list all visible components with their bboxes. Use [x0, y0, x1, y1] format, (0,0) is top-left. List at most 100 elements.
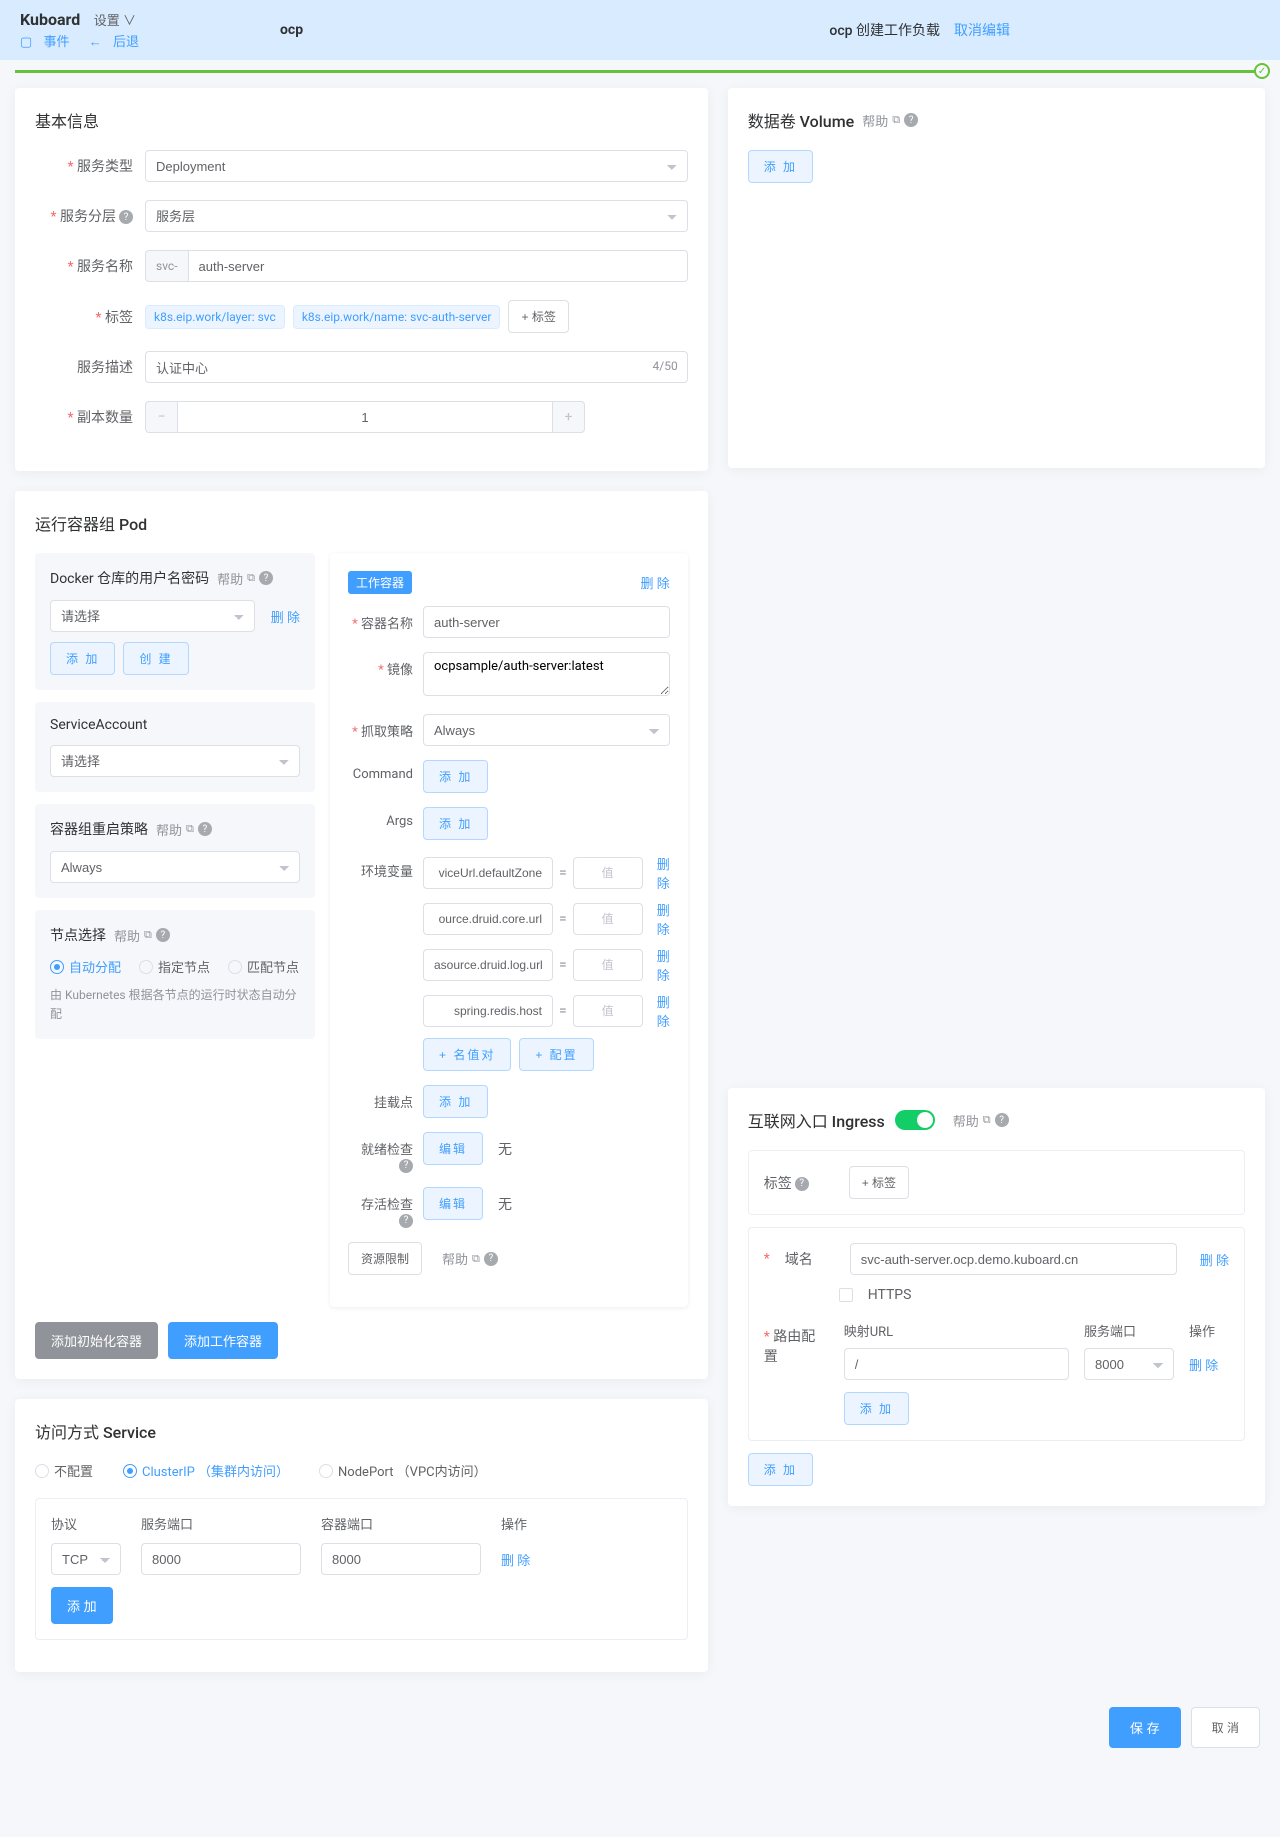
add-kv-button[interactable]: + 名值对: [423, 1038, 511, 1071]
replicas-input[interactable]: [177, 401, 553, 433]
add-command-button[interactable]: 添 加: [423, 760, 488, 793]
cancel-edit-link[interactable]: 取消编辑: [954, 20, 1010, 40]
resource-limit-button[interactable]: 资源限制: [348, 1242, 422, 1275]
ingress-title: 互联网入口 Ingress: [748, 1108, 885, 1132]
docker-secret-select[interactable]: 请选择: [50, 600, 255, 632]
help-icon[interactable]: ?: [399, 1214, 413, 1228]
help-icon[interactable]: ?: [484, 1252, 498, 1266]
help-icon[interactable]: ?: [119, 210, 133, 224]
add-tag-button[interactable]: + 标签: [849, 1166, 909, 1199]
service-radio-none[interactable]: 不配置: [35, 1461, 93, 1480]
add-mount-button[interactable]: 添 加: [423, 1085, 488, 1118]
create-button[interactable]: 创 建: [123, 642, 188, 675]
service-port-input[interactable]: [141, 1543, 301, 1575]
add-args-button[interactable]: 添 加: [423, 807, 488, 840]
events-link[interactable]: ▢ 事件: [20, 35, 78, 50]
delete-env-link[interactable]: 删 除: [657, 900, 670, 938]
namespace-title: ocp: [280, 22, 303, 38]
node-radio-match[interactable]: 匹配节点: [228, 957, 299, 976]
env-value-input[interactable]: [573, 857, 643, 889]
add-route-button[interactable]: 添 加: [844, 1392, 909, 1425]
delete-link[interactable]: 删 除: [271, 607, 300, 626]
protocol-select[interactable]: TCP: [51, 1543, 121, 1575]
label-mount: 挂载点: [348, 1085, 423, 1111]
volume-title: 数据卷 Volume: [748, 108, 855, 132]
env-key-input[interactable]: [423, 949, 553, 981]
help-icon[interactable]: ?: [156, 928, 170, 942]
help-icon[interactable]: ?: [995, 1113, 1009, 1127]
add-work-container-button[interactable]: 添加工作容器: [168, 1322, 278, 1359]
help-link[interactable]: 帮助: [953, 1111, 979, 1130]
domain-input[interactable]: [850, 1243, 1177, 1275]
delete-env-link[interactable]: 删 除: [657, 946, 670, 984]
env-key-input[interactable]: [423, 903, 553, 935]
docker-title: Docker 仓库的用户名密码: [50, 568, 209, 588]
help-link[interactable]: 帮助: [156, 820, 182, 839]
env-key-input[interactable]: [423, 995, 553, 1027]
add-ingress-button[interactable]: 添 加: [748, 1453, 813, 1486]
https-checkbox[interactable]: [839, 1288, 853, 1302]
add-config-button[interactable]: + 配置: [519, 1038, 593, 1071]
help-link[interactable]: 帮助: [442, 1249, 468, 1268]
add-volume-button[interactable]: 添 加: [748, 150, 813, 183]
add-tag-button[interactable]: + 标签: [508, 300, 568, 333]
help-icon[interactable]: ?: [399, 1159, 413, 1173]
ingress-toggle[interactable]: [895, 1110, 935, 1130]
label-env: 环境变量: [348, 854, 423, 880]
help-link[interactable]: 帮助: [114, 926, 140, 945]
help-icon[interactable]: ?: [795, 1177, 809, 1191]
delete-port-link[interactable]: 删 除: [501, 1554, 530, 1569]
help-link[interactable]: 帮助: [862, 111, 888, 130]
env-row: = 删 除: [423, 946, 670, 984]
col-op: 操作: [501, 1514, 672, 1533]
pull-policy-select[interactable]: Always: [423, 714, 670, 746]
route-url-input[interactable]: [844, 1348, 1069, 1380]
tag-item[interactable]: k8s.eip.work/name: svc-auth-server: [293, 305, 501, 329]
restart-select[interactable]: Always: [50, 851, 300, 883]
decrease-button[interactable]: −: [145, 401, 177, 433]
help-icon[interactable]: ?: [904, 113, 918, 127]
save-button[interactable]: 保 存: [1109, 1707, 1181, 1748]
help-icon[interactable]: ?: [198, 822, 212, 836]
progress-bar: ✓: [15, 70, 1265, 73]
container-name-input[interactable]: [423, 606, 670, 638]
delete-domain-link[interactable]: 删 除: [1200, 1250, 1229, 1269]
cancel-button[interactable]: 取 消: [1191, 1707, 1260, 1748]
label-desc: 服务描述: [35, 357, 145, 377]
delete-env-link[interactable]: 删 除: [657, 854, 670, 892]
env-value-input[interactable]: [573, 903, 643, 935]
env-value-input[interactable]: [573, 949, 643, 981]
service-name-input[interactable]: [188, 250, 688, 282]
edit-readiness-button[interactable]: 编辑: [423, 1132, 483, 1165]
delete-route-link[interactable]: 删 除: [1189, 1355, 1229, 1374]
service-radio-nodeport[interactable]: NodePort （VPC内访问）: [319, 1461, 487, 1480]
increase-button[interactable]: +: [553, 401, 585, 433]
tag-item[interactable]: k8s.eip.work/layer: svc: [145, 305, 285, 329]
sa-select[interactable]: 请选择: [50, 745, 300, 777]
image-input[interactable]: ocpsample/auth-server:latest: [423, 652, 670, 696]
settings-dropdown[interactable]: 设置 ∨: [94, 14, 136, 29]
add-button[interactable]: 添 加: [50, 642, 115, 675]
external-link-icon: ⧉: [472, 1252, 480, 1266]
service-layer-select[interactable]: 服务层: [145, 200, 688, 232]
service-type-select[interactable]: Deployment: [145, 150, 688, 182]
pod-card: 运行容器组 Pod Docker 仓库的用户名密码 帮助 ⧉ ? 请选择 删 除: [15, 491, 708, 1379]
help-icon[interactable]: ?: [259, 571, 273, 585]
env-key-input[interactable]: [423, 857, 553, 889]
service-radio-clusterip[interactable]: ClusterIP （集群内访问）: [123, 1461, 289, 1480]
add-port-button[interactable]: 添 加: [51, 1587, 113, 1624]
container-port-input[interactable]: [321, 1543, 481, 1575]
node-radio-specific[interactable]: 指定节点: [139, 957, 210, 976]
back-link[interactable]: ← 后退: [89, 35, 147, 50]
add-init-container-button[interactable]: 添加初始化容器: [35, 1322, 158, 1359]
node-radio-auto[interactable]: 自动分配: [50, 957, 121, 976]
col-url: 映射URL: [844, 1321, 1069, 1340]
route-port-select[interactable]: 8000: [1084, 1348, 1174, 1380]
desc-input[interactable]: [145, 351, 688, 383]
delete-env-link[interactable]: 删 除: [657, 992, 670, 1030]
help-link[interactable]: 帮助: [217, 569, 243, 588]
edit-liveness-button[interactable]: 编辑: [423, 1187, 483, 1220]
delete-container-link[interactable]: 删 除: [640, 573, 669, 592]
label-service-layer: 服务分层?: [35, 206, 145, 226]
env-value-input[interactable]: [573, 995, 643, 1027]
